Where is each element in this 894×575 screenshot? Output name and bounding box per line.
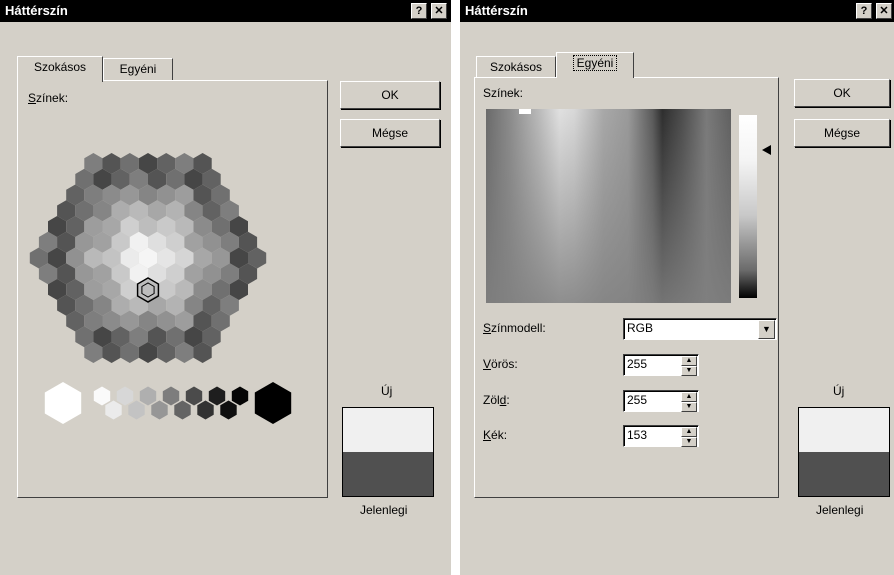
ok-button[interactable]: OK (340, 81, 440, 109)
color-model-select[interactable]: RGB (623, 318, 777, 340)
gray-hex-swatch[interactable] (128, 400, 145, 420)
close-button[interactable]: ✕ (876, 3, 892, 19)
colors-label: Színek: (483, 86, 524, 100)
new-color-label: Új (833, 384, 845, 398)
tab-standard-label: Szokásos (33, 60, 87, 74)
blue-label: Kék: (483, 428, 508, 442)
cancel-button[interactable]: Mégse (794, 119, 890, 147)
color-model-value: RGB (627, 321, 654, 335)
gray-hex-swatch[interactable] (93, 386, 111, 406)
current-color-label: Jelenlegi (816, 503, 864, 517)
tab-standard[interactable]: Szokásos (17, 56, 103, 82)
red-label: Vörös: (483, 357, 518, 371)
red-value: 255 (627, 357, 648, 371)
luminance-arrow-icon[interactable] (761, 144, 773, 156)
gray-hex-swatch[interactable] (151, 400, 168, 420)
new-color-swatch (799, 408, 889, 452)
gray-hex-swatch[interactable] (162, 386, 180, 406)
cancel-button[interactable]: Mégse (340, 119, 440, 147)
color-spectrum-field[interactable] (486, 109, 731, 303)
help-button[interactable]: ? (856, 3, 872, 19)
red-stepper[interactable]: ▲ ▼ (681, 356, 697, 376)
gray-hex-swatch[interactable] (105, 400, 122, 420)
green-label: Zöld: (483, 393, 510, 407)
gray-hex-swatch[interactable] (185, 386, 203, 406)
gray-hex-swatch[interactable] (139, 386, 157, 406)
tab-custom-label: Egyéni (119, 62, 157, 76)
new-color-label: Új (381, 384, 393, 398)
color-crosshair[interactable] (519, 109, 531, 114)
background-color-dialog-custom: Háttérszín ? ✕ Szokásos Egyéni Színek: S… (460, 0, 894, 575)
tab-custom-label: Egyéni (572, 55, 618, 71)
background-color-dialog-standard: Háttérszín ? ✕ Szokásos Egyéni Színek: O… (0, 0, 451, 575)
ok-button[interactable]: OK (794, 79, 890, 107)
dialog-title: Háttérszín (5, 3, 68, 18)
current-color-swatch (343, 452, 433, 496)
gray-hex-swatch[interactable] (220, 400, 237, 420)
current-color-swatch (799, 452, 889, 496)
current-color-label: Jelenlegi (360, 503, 408, 517)
tab-custom[interactable]: Egyéni (556, 52, 634, 78)
blue-value: 153 (627, 428, 648, 442)
chevron-down-icon[interactable]: ▼ (758, 320, 775, 339)
help-button[interactable]: ? (411, 3, 427, 19)
gray-hex-swatch[interactable] (231, 386, 249, 406)
gray-hex-swatch[interactable] (174, 400, 191, 420)
green-value: 255 (627, 393, 648, 407)
tab-panel-standard: Színek: (17, 80, 328, 498)
title-bar: Háttérszín ? ✕ (0, 0, 451, 22)
tab-standard-label: Szokásos (489, 60, 543, 74)
close-button[interactable]: ✕ (431, 3, 447, 19)
gray-hex-swatch[interactable] (197, 400, 214, 420)
gray-hex-swatch[interactable] (116, 386, 134, 406)
new-color-swatch (343, 408, 433, 452)
tab-standard[interactable]: Szokásos (476, 56, 556, 78)
luminance-slider[interactable] (739, 115, 757, 298)
color-model-label: Színmodell: (483, 321, 546, 335)
black-hex-swatch[interactable] (254, 382, 292, 424)
dialog-title: Háttérszín (465, 3, 528, 18)
gray-hex-swatch[interactable] (208, 386, 226, 406)
color-hex-palette[interactable] (18, 81, 327, 497)
blue-stepper[interactable]: ▲ ▼ (681, 427, 697, 447)
white-hex-swatch[interactable] (44, 382, 82, 424)
green-stepper[interactable]: ▲ ▼ (681, 392, 697, 412)
tab-custom[interactable]: Egyéni (103, 58, 173, 80)
tab-panel-custom: Színek: Színmodell: RGB ▼ Vörös: 255 ▲ ▼ … (474, 77, 779, 498)
title-bar: Háttérszín ? ✕ (460, 0, 894, 22)
color-preview (798, 407, 890, 497)
color-preview (342, 407, 434, 497)
